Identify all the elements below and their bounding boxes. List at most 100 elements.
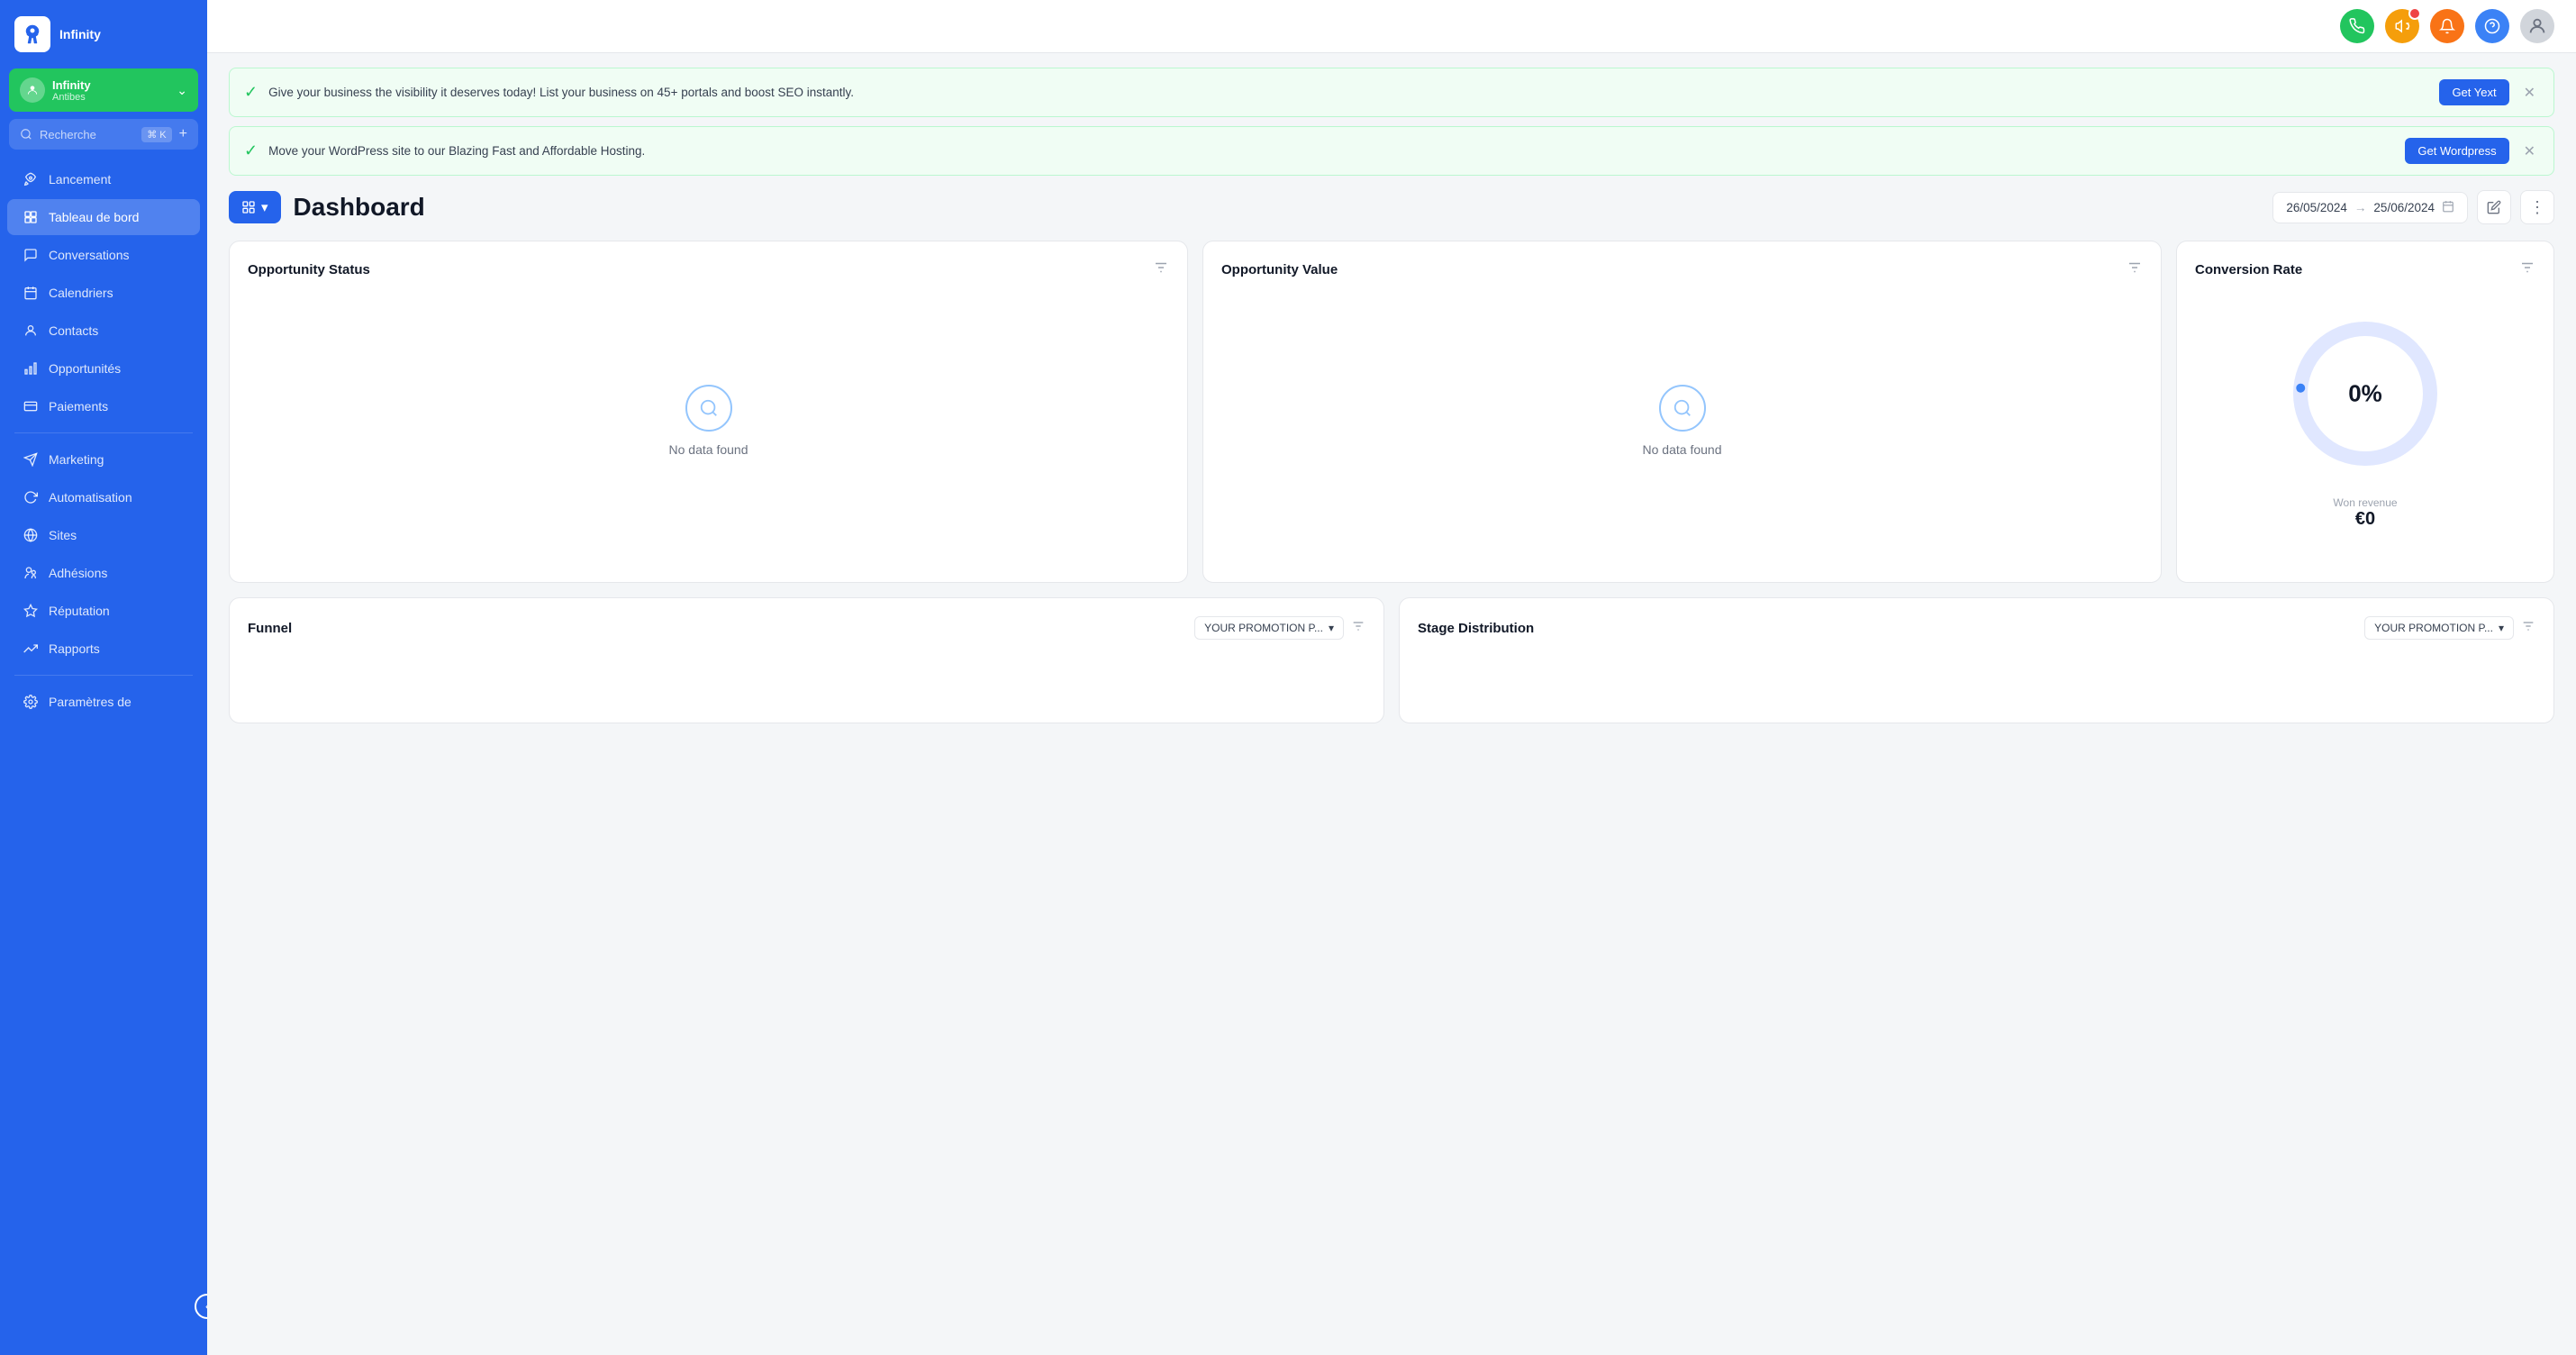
nav-divider-2 [14, 675, 193, 676]
no-data-search-icon-2 [1659, 385, 1706, 432]
banner-wordpress-close-icon[interactable]: ✕ [2520, 142, 2539, 160]
search-placeholder: Recherche [40, 128, 134, 141]
banner-yext-check-icon: ✓ [244, 83, 258, 102]
dashboard-view-button[interactable]: ▾ [229, 191, 281, 223]
card-conversion-rate: Conversion Rate 0% [2176, 241, 2554, 583]
sidebar-item-paiements[interactable]: Paiements [7, 388, 200, 424]
calendar-icon [22, 284, 40, 302]
sidebar-item-label-contacts: Contacts [49, 323, 98, 338]
send-icon [22, 450, 40, 468]
user-avatar-small [20, 77, 45, 103]
sidebar-item-lancement[interactable]: Lancement [7, 161, 200, 197]
banner-yext-button[interactable]: Get Yext [2439, 79, 2508, 105]
main-content: ✓ Give your business the visibility it d… [207, 0, 2576, 1355]
user-chevron-icon: ⌄ [177, 83, 187, 98]
sidebar-item-label-tableau: Tableau de bord [49, 210, 139, 224]
rocket-icon [22, 170, 40, 188]
opportunity-value-no-data-text: No data found [1643, 442, 1722, 457]
banner-yext-text: Give your business the visibility it des… [268, 86, 2428, 99]
banner-wordpress: ✓ Move your WordPress site to our Blazin… [229, 126, 2554, 176]
banner-wordpress-button[interactable]: Get Wordpress [2405, 138, 2508, 164]
banner-wordpress-text: Move your WordPress site to our Blazing … [268, 144, 2394, 158]
sidebar-item-adhesions[interactable]: Adhésions [7, 555, 200, 591]
dashboard-more-button[interactable]: ⋮ [2520, 190, 2554, 224]
dashboard-edit-button[interactable] [2477, 190, 2511, 224]
sidebar-item-reputation[interactable]: Réputation [7, 593, 200, 629]
search-shortcut: ⌘ K [141, 127, 171, 142]
sidebar-item-opportunites[interactable]: Opportunités [7, 350, 200, 386]
donut-chart: 0% [2284, 313, 2446, 475]
sidebar-item-marketing[interactable]: Marketing [7, 441, 200, 477]
globe-icon [22, 526, 40, 544]
sidebar-item-rapports[interactable]: Rapports [7, 631, 200, 667]
topbar [207, 0, 2576, 53]
sidebar-item-label-calendriers: Calendriers [49, 286, 113, 300]
bell-icon-button[interactable] [2430, 9, 2464, 43]
user-selector[interactable]: Infinity Antibes ⌄ [9, 68, 198, 112]
settings-icon [22, 693, 40, 711]
cards-grid-row1: Opportunity Status No data found Opportu… [229, 241, 2554, 583]
banner-yext-close-icon[interactable]: ✕ [2520, 84, 2539, 102]
dashboard-view-chevron: ▾ [261, 199, 268, 215]
card-conversion-rate-filter-icon[interactable] [2519, 259, 2535, 280]
banner-wordpress-check-icon: ✓ [244, 141, 258, 160]
sidebar-item-conversations[interactable]: Conversations [7, 237, 200, 273]
stage-distribution-pipeline-chevron-icon: ▾ [2499, 622, 2504, 634]
sidebar-item-contacts[interactable]: Contacts [7, 313, 200, 349]
user-location: Antibes [52, 92, 91, 103]
date-from: 26/05/2024 [2286, 201, 2347, 214]
card-opportunity-status: Opportunity Status No data found [229, 241, 1188, 583]
sidebar-item-label-opportunites: Opportunités [49, 361, 121, 376]
sidebar-item-label-conversations: Conversations [49, 248, 130, 262]
payment-icon [22, 397, 40, 415]
stage-distribution-pipeline-select[interactable]: YOUR PROMOTION P... ▾ [2364, 616, 2514, 640]
search-bar[interactable]: Recherche ⌘ K + [9, 119, 198, 150]
sidebar-item-parametres[interactable]: Paramètres de [7, 684, 200, 720]
opportunity-value-no-data: No data found [1221, 295, 2143, 547]
trending-icon [22, 640, 40, 658]
no-data-search-icon-1 [685, 385, 732, 432]
sidebar-item-calendriers[interactable]: Calendriers [7, 275, 200, 311]
funnel-pipeline-label: YOUR PROMOTION P... [1204, 622, 1323, 634]
sidebar-item-label-reputation: Réputation [49, 604, 110, 618]
opportunity-status-no-data: No data found [248, 295, 1169, 547]
card-funnel-title: Funnel [248, 621, 292, 636]
date-arrow-icon: → [2354, 201, 2367, 214]
funnel-pipeline-select[interactable]: YOUR PROMOTION P... ▾ [1194, 616, 1344, 640]
sidebar-item-label-parametres: Paramètres de [49, 695, 132, 709]
card-opportunity-status-filter-icon[interactable] [1153, 259, 1169, 280]
dashboard-title: Dashboard [294, 193, 425, 222]
opportunity-status-no-data-text: No data found [669, 442, 748, 457]
funnel-pipeline-chevron-icon: ▾ [1329, 622, 1334, 634]
search-add-icon[interactable]: + [179, 126, 187, 142]
sidebar-item-sites[interactable]: Sites [7, 517, 200, 553]
card-opportunity-value-title: Opportunity Value [1221, 262, 1338, 277]
sidebar-item-tableau-de-bord[interactable]: Tableau de bord [7, 199, 200, 235]
question-icon-button[interactable] [2475, 9, 2509, 43]
sidebar-item-label-marketing: Marketing [49, 452, 104, 467]
funnel-filter-icon[interactable] [1351, 619, 1365, 638]
cards-grid-row2: Funnel YOUR PROMOTION P... ▾ Stag [229, 597, 2554, 723]
sidebar-item-automatisation[interactable]: Automatisation [7, 479, 200, 515]
phone-icon-button[interactable] [2340, 9, 2374, 43]
user-avatar-topbar[interactable] [2520, 9, 2554, 43]
calendar-icon-date [2442, 200, 2454, 215]
sidebar-item-label-adhesions: Adhésions [49, 566, 107, 580]
sidebar-item-label-lancement: Lancement [49, 172, 111, 186]
user-name: Infinity [52, 78, 91, 92]
card-opportunity-value: Opportunity Value No data found [1202, 241, 2162, 583]
card-opportunity-value-filter-icon[interactable] [2127, 259, 2143, 280]
date-to: 25/06/2024 [2373, 201, 2435, 214]
card-opportunity-status-title: Opportunity Status [248, 262, 370, 277]
banner-yext: ✓ Give your business the visibility it d… [229, 68, 2554, 117]
card-conversion-rate-title: Conversion Rate [2195, 262, 2302, 277]
dashboard-header: ▾ Dashboard 26/05/2024 → 25/06/2024 ⋮ [229, 190, 2554, 224]
grid-icon [22, 208, 40, 226]
stage-distribution-filter-icon[interactable] [2521, 619, 2535, 638]
card-stage-distribution-title: Stage Distribution [1418, 621, 1534, 636]
sidebar-collapse-button[interactable]: ‹ [195, 1294, 207, 1319]
sidebar-logo: Infinity [0, 0, 207, 68]
date-range-picker[interactable]: 26/05/2024 → 25/06/2024 [2272, 192, 2468, 223]
sidebar-item-label-sites: Sites [49, 528, 77, 542]
user-icon [22, 322, 40, 340]
